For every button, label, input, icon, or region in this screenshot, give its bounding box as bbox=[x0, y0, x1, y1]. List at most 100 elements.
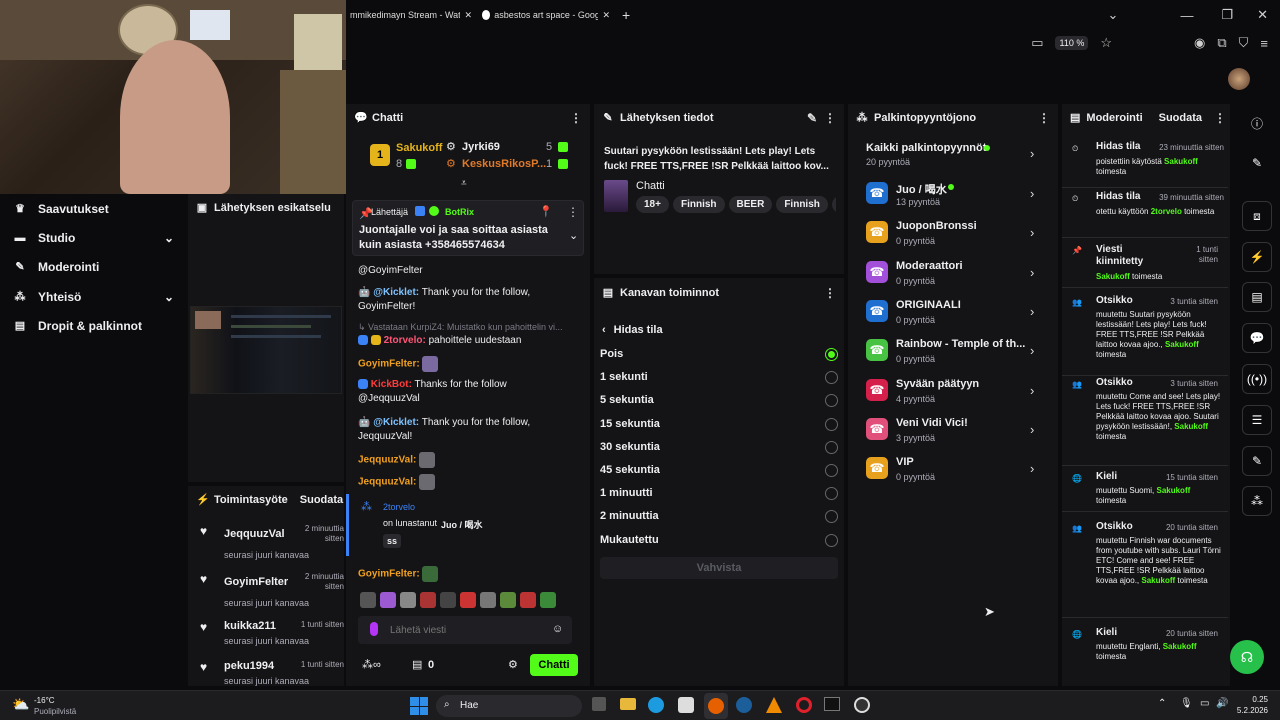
radio[interactable] bbox=[825, 393, 838, 407]
headset-icon[interactable]: ☊ bbox=[1230, 640, 1264, 674]
radio[interactable] bbox=[825, 509, 838, 523]
emote[interactable] bbox=[360, 592, 376, 608]
search-box[interactable]: ⌕ Hae bbox=[436, 695, 582, 717]
info-icon[interactable]: ⓘ bbox=[1242, 108, 1272, 138]
minimize-icon[interactable]: — bbox=[1180, 8, 1193, 23]
emote[interactable] bbox=[480, 592, 496, 608]
browser-tab[interactable]: mmikedimayn Stream - Watch I ✕ bbox=[346, 10, 476, 21]
start-button[interactable] bbox=[410, 697, 428, 715]
slow-mode-option[interactable]: Mukautettu bbox=[600, 530, 838, 550]
more-icon[interactable]: ⋮ bbox=[1214, 111, 1226, 125]
more-icon[interactable]: ⋮ bbox=[824, 111, 836, 125]
back-button[interactable]: ‹ Hidas tila bbox=[602, 324, 663, 336]
slow-mode-option[interactable]: 5 sekuntia bbox=[600, 390, 838, 410]
slow-mode-option[interactable]: 30 sekuntia bbox=[600, 437, 838, 457]
more-icon[interactable]: ⋮ bbox=[570, 111, 582, 125]
camera-icon[interactable]: ⧈ bbox=[1242, 201, 1272, 231]
confirm-button[interactable]: Vahvista bbox=[600, 557, 838, 579]
leader-name[interactable]: Sakukoff bbox=[396, 142, 442, 154]
leader-name[interactable]: Jyrki69 bbox=[462, 141, 500, 153]
emoji-icon[interactable]: ☺ bbox=[552, 623, 563, 635]
document-icon[interactable]: ▤ bbox=[1242, 282, 1272, 312]
chevron-down-icon[interactable]: ⌄ bbox=[1108, 7, 1119, 23]
vlc-icon[interactable] bbox=[766, 697, 782, 713]
radio[interactable] bbox=[825, 417, 838, 431]
redeem-user[interactable]: 2torvelo bbox=[383, 502, 415, 512]
leader-name[interactable]: KeskusRikosP... bbox=[462, 158, 546, 170]
reward-item[interactable]: ☎ Moderaattori 0 pyyntöä › bbox=[866, 259, 1042, 291]
tag[interactable]: BEER bbox=[728, 196, 773, 213]
all-rewards-item[interactable]: Kaikki palkintopyynnöt 20 pyyntöä › bbox=[866, 142, 1042, 172]
chat-input[interactable]: ☺ bbox=[358, 616, 572, 644]
emote[interactable] bbox=[540, 592, 556, 608]
chevron-down-icon[interactable]: ⌄ bbox=[569, 229, 578, 242]
restore-icon[interactable]: ❐ bbox=[1221, 7, 1233, 23]
send-chat-button[interactable]: Chatti bbox=[530, 654, 578, 676]
tag[interactable]: Finnish bbox=[672, 196, 725, 213]
avatar[interactable] bbox=[1228, 68, 1250, 90]
chevron-up-icon[interactable]: ⌃ bbox=[1158, 698, 1166, 709]
file-explorer-icon[interactable] bbox=[620, 698, 636, 710]
nav-item-achievements[interactable]: ♛ Saavutukset bbox=[14, 202, 109, 216]
emote[interactable] bbox=[460, 592, 476, 608]
close-window-icon[interactable]: ✕ bbox=[1257, 7, 1268, 23]
slow-mode-option[interactable]: 15 sekuntia bbox=[600, 414, 838, 434]
mic-icon[interactable]: 🎙 bbox=[1180, 698, 1193, 709]
nav-item-community[interactable]: ⁂ Yhteisö ⌄ bbox=[14, 290, 175, 304]
filter-button[interactable]: Suodata bbox=[1159, 112, 1202, 124]
mic-icon[interactable] bbox=[370, 622, 378, 636]
emote[interactable] bbox=[380, 592, 396, 608]
filter-button[interactable]: Suodata bbox=[300, 494, 343, 506]
bookmark-star-icon[interactable]: ☆ bbox=[1100, 35, 1112, 51]
close-icon[interactable]: ✕ bbox=[602, 10, 610, 21]
bolt-icon[interactable]: ⚡ bbox=[1242, 242, 1272, 272]
reward-item[interactable]: ☎ Rainbow - Temple of th... 0 pyyntöä › bbox=[866, 337, 1042, 369]
stream-preview-video[interactable] bbox=[190, 306, 342, 394]
reward-item[interactable]: ☎ Syvään päätyyn 4 pyyntöä › bbox=[866, 377, 1042, 409]
chat-bubble-icon[interactable]: 💬 bbox=[1242, 323, 1272, 353]
account-icon[interactable]: ◉ bbox=[1194, 35, 1205, 51]
reward-item[interactable]: ☎ JuoponBronssi 0 pyyntöä › bbox=[866, 219, 1042, 251]
emote[interactable] bbox=[400, 592, 416, 608]
browser-tab[interactable]: asbestos art space - Google-ha ✕ bbox=[476, 10, 616, 21]
more-icon[interactable]: ⋮ bbox=[824, 286, 836, 300]
layout-icon[interactable]: ☰ bbox=[1242, 405, 1272, 435]
broadcast-icon[interactable]: ((•)) bbox=[1242, 364, 1272, 394]
category-name[interactable]: Chatti bbox=[636, 180, 665, 192]
emote[interactable] bbox=[520, 592, 536, 608]
follower-name[interactable]: kuikka211 bbox=[224, 620, 276, 632]
radio-selected[interactable] bbox=[825, 347, 838, 361]
edit-icon[interactable]: ✎ bbox=[1242, 148, 1272, 178]
unpin-icon[interactable]: 📍 bbox=[539, 205, 553, 218]
edge-icon[interactable] bbox=[648, 697, 664, 713]
slow-mode-option[interactable]: 45 sekuntia bbox=[600, 460, 838, 480]
menu-icon[interactable]: ≡ bbox=[1260, 36, 1268, 51]
radio[interactable] bbox=[825, 370, 838, 384]
terminal-icon[interactable] bbox=[824, 697, 840, 711]
opera-icon[interactable] bbox=[796, 697, 812, 713]
pinned-author[interactable]: BotRix bbox=[445, 207, 474, 217]
clock[interactable]: 0.25 5.2.2026 bbox=[1226, 694, 1268, 716]
radio[interactable] bbox=[825, 533, 838, 547]
follower-name[interactable]: JeqquuzVal bbox=[224, 528, 285, 540]
gift-icon[interactable]: ▤ bbox=[412, 658, 422, 671]
tag[interactable]: 18+ bbox=[636, 196, 669, 213]
tag[interactable]: M bbox=[831, 196, 836, 213]
reward-item[interactable]: ☎ VIP 0 pyyntöä › bbox=[866, 455, 1042, 487]
points-icon[interactable]: ⁂∞ bbox=[362, 658, 381, 671]
zoom-level[interactable]: 110 % bbox=[1055, 36, 1089, 50]
close-icon[interactable]: ✕ bbox=[464, 10, 472, 21]
nav-item-studio[interactable]: ▬ Studio ⌄ bbox=[14, 231, 175, 245]
reader-icon[interactable]: ▭ bbox=[1031, 35, 1043, 51]
edit-icon[interactable]: ✎ bbox=[806, 111, 818, 125]
wrench-icon[interactable]: ✎ bbox=[1242, 446, 1272, 476]
steam-icon[interactable] bbox=[736, 697, 752, 713]
slow-mode-option[interactable]: 1 sekunti bbox=[600, 367, 838, 387]
store-icon[interactable] bbox=[678, 697, 694, 713]
nav-item-drops[interactable]: ▤ Dropit & palkinnot bbox=[14, 319, 142, 333]
emote[interactable] bbox=[500, 592, 516, 608]
new-tab-icon[interactable]: + bbox=[622, 7, 630, 23]
shield-icon[interactable]: ⛉ bbox=[1239, 35, 1249, 51]
reward-item[interactable]: ☎ ORIGINAALI 0 pyyntöä › bbox=[866, 298, 1042, 330]
slow-mode-option[interactable]: Pois bbox=[600, 344, 838, 364]
